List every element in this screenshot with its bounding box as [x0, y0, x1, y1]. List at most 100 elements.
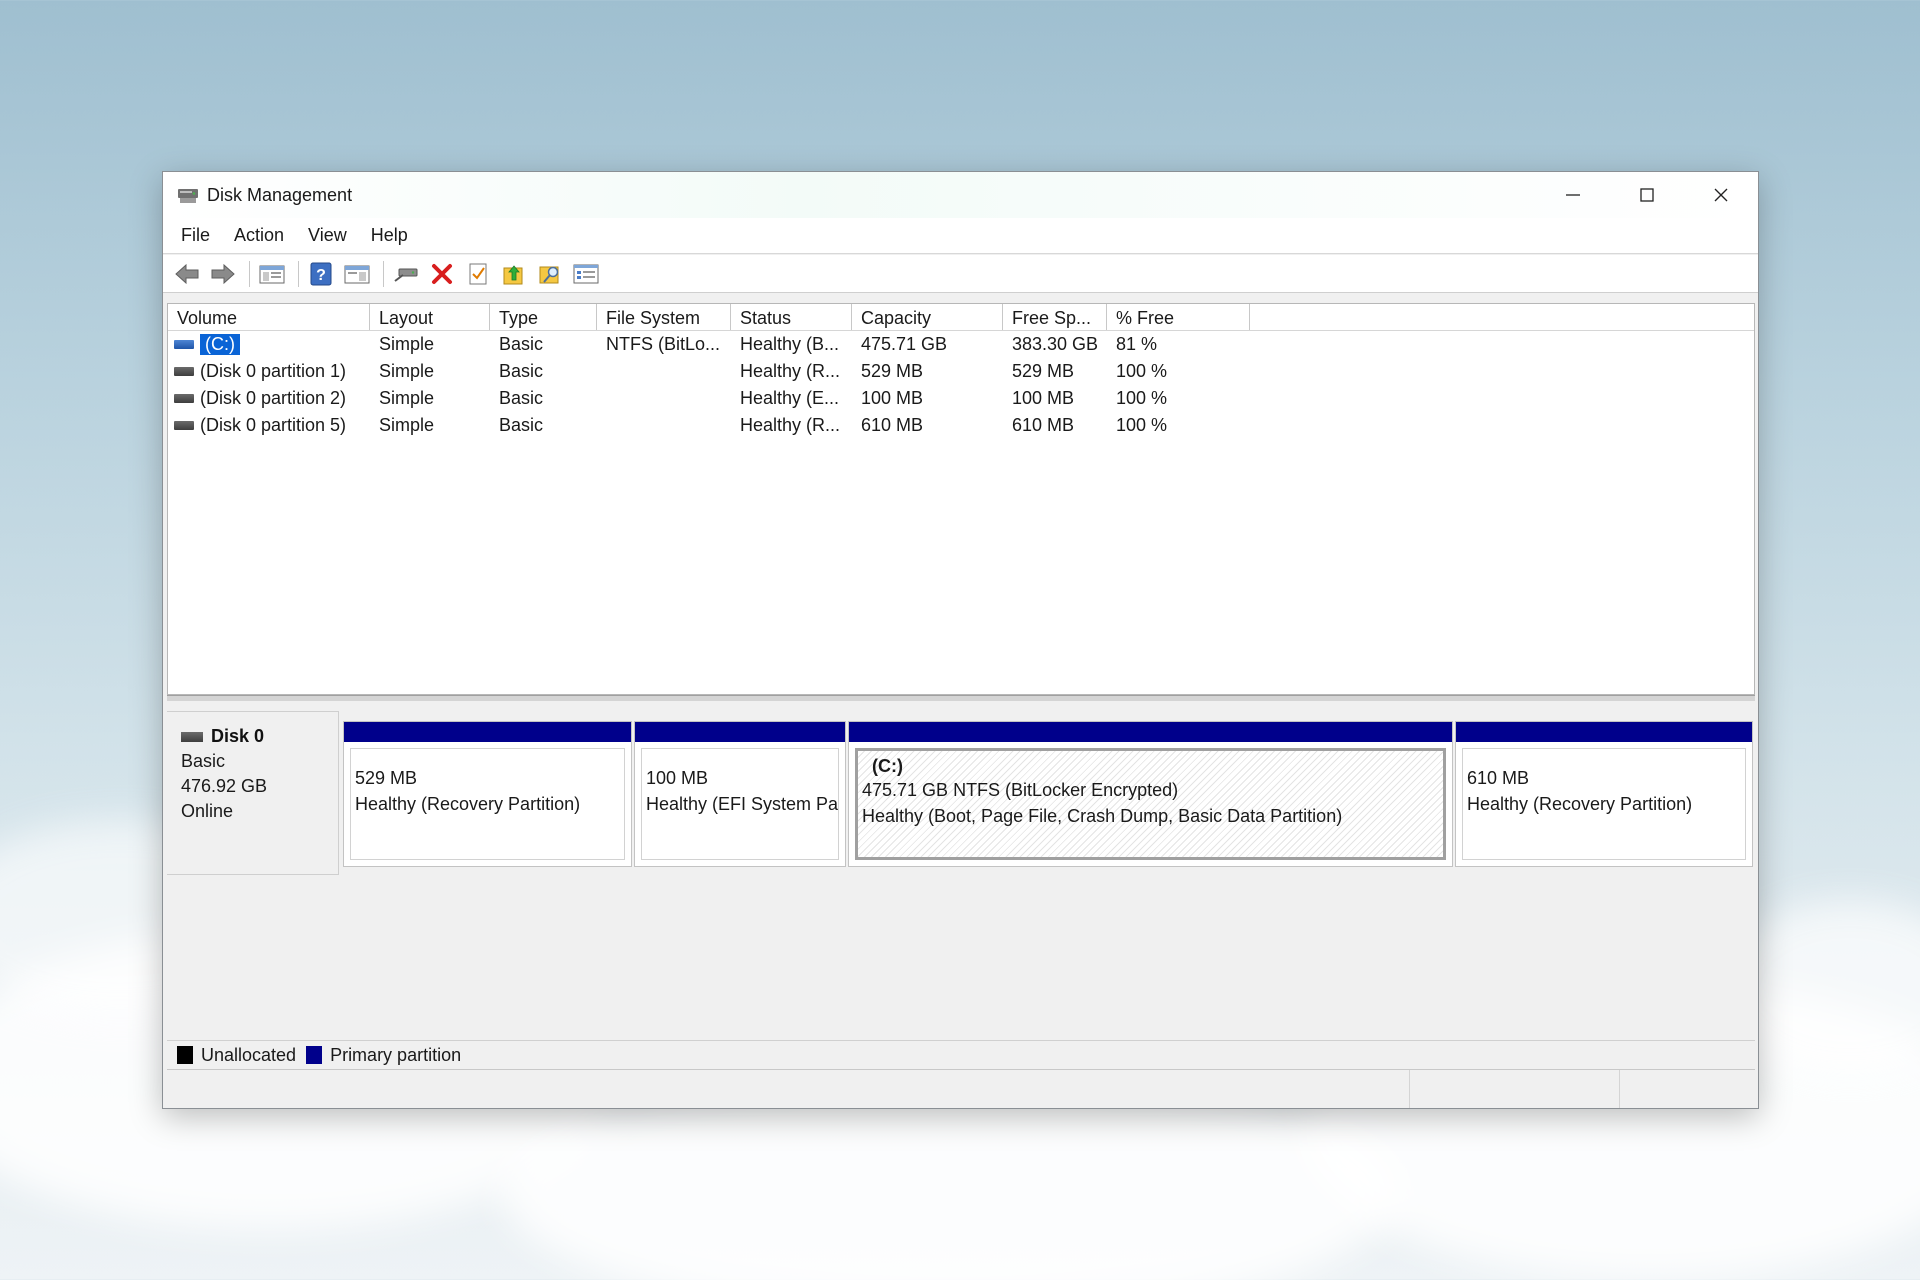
- type-cell: Basic: [499, 388, 544, 408]
- title-bar[interactable]: Disk Management: [163, 172, 1758, 218]
- menu-view[interactable]: View: [296, 221, 359, 250]
- back-arrow-icon: [175, 263, 199, 284]
- partition-body: 529 MB Healthy (Recovery Partition): [350, 748, 625, 860]
- check-button[interactable]: [462, 259, 494, 289]
- percent-free-cell: 100 %: [1116, 415, 1168, 435]
- disk-type: Basic: [181, 751, 226, 771]
- legend-unallocated: Unallocated: [201, 1044, 297, 1065]
- back-button[interactable]: [171, 259, 203, 289]
- properties-button[interactable]: [570, 259, 602, 289]
- column-header-percent-free[interactable]: % Free: [1107, 304, 1250, 330]
- volume-name: (Disk 0 partition 5): [200, 415, 347, 435]
- type-cell: Basic: [499, 415, 544, 435]
- column-header-free-space[interactable]: Free Sp...: [1003, 304, 1107, 330]
- disk-name: Disk 0: [211, 726, 265, 746]
- primary-partition-bar: [1456, 722, 1752, 742]
- status-cell: Healthy (B...: [740, 334, 840, 354]
- check-icon: [469, 263, 487, 284]
- folder-search-icon: [539, 266, 559, 283]
- partition-name: (C:): [872, 756, 903, 776]
- forward-button[interactable]: [207, 259, 239, 289]
- primary-partition-bar: [635, 722, 845, 742]
- drive-icon: [174, 394, 194, 403]
- layout-cell: Simple: [379, 415, 435, 435]
- partition-status: Healthy (Recovery Partition): [1467, 794, 1693, 814]
- column-header-capacity[interactable]: Capacity: [852, 304, 1003, 330]
- properties-icon: [573, 264, 599, 283]
- disk-state: Online: [181, 801, 234, 821]
- unallocated-swatch: [177, 1046, 193, 1064]
- pane-splitter[interactable]: [167, 695, 1755, 701]
- menu-bar: File Action View Help: [163, 218, 1758, 254]
- show-hide-pane-button[interactable]: [341, 259, 373, 289]
- volume-cell: (C:): [168, 334, 370, 355]
- primary-partition-bar: [849, 722, 1452, 742]
- open-folder-up-button[interactable]: [498, 259, 530, 289]
- status-bar: [163, 1070, 1758, 1108]
- volume-cell: (Disk 0 partition 2): [168, 388, 370, 409]
- partition-status: Healthy (EFI System Pa: [646, 794, 838, 814]
- disk-management-window: Disk Management File Action View Help ? …: [162, 171, 1759, 1109]
- type-cell: Basic: [499, 361, 544, 381]
- percent-free-cell: 100 %: [1116, 361, 1168, 381]
- partition-c-drive[interactable]: (C:) 475.71 GB NTFS (BitLocker Encrypted…: [848, 721, 1453, 867]
- column-header-file-system[interactable]: File System: [597, 304, 731, 330]
- console-tree-icon: [259, 265, 285, 283]
- capacity-cell: 529 MB: [861, 361, 924, 381]
- help-button[interactable]: ?: [305, 259, 337, 289]
- disk-graphical-view: Disk 0 Basic 476.92 GB Online 529 MB Hea…: [167, 702, 1755, 1042]
- disk-0-label[interactable]: Disk 0 Basic 476.92 GB Online: [167, 711, 339, 875]
- partition-size: 529 MB: [355, 768, 418, 788]
- file-system-cell: NTFS (BitLo...: [606, 334, 721, 354]
- maximize-button[interactable]: [1610, 172, 1684, 218]
- menu-file[interactable]: File: [169, 221, 222, 250]
- volume-name: (Disk 0 partition 1): [200, 361, 347, 381]
- column-header-status[interactable]: Status: [731, 304, 852, 330]
- type-cell: Basic: [499, 334, 544, 354]
- legend-primary-partition: Primary partition: [330, 1044, 462, 1065]
- status-cell: Healthy (R...: [740, 415, 841, 435]
- menu-help[interactable]: Help: [359, 221, 420, 250]
- table-row[interactable]: (Disk 0 partition 5) Simple Basic Health…: [168, 412, 1754, 439]
- connect-button[interactable]: [390, 259, 422, 289]
- partition-status: Healthy (Boot, Page File, Crash Dump, Ba…: [862, 806, 1343, 826]
- disk-management-icon: [177, 186, 199, 204]
- disk-name-row: Disk 0: [181, 726, 338, 747]
- legend: Unallocated Primary partition: [167, 1040, 1755, 1070]
- help-icon: ?: [310, 262, 332, 285]
- table-row[interactable]: (C:) Simple Basic NTFS (BitLo... Healthy…: [168, 331, 1754, 358]
- status-section: [1410, 1070, 1621, 1108]
- minimize-icon: [1566, 194, 1580, 196]
- disk-size: 476.92 GB: [181, 776, 268, 796]
- table-row[interactable]: (Disk 0 partition 2) Simple Basic Health…: [168, 385, 1754, 412]
- capacity-cell: 475.71 GB: [861, 334, 948, 354]
- volume-list: Volume Layout Type File System Status Ca…: [167, 303, 1755, 695]
- capacity-cell: 610 MB: [861, 415, 924, 435]
- disk-icon: [181, 731, 203, 742]
- close-icon: [1714, 188, 1728, 202]
- menu-action[interactable]: Action: [222, 221, 296, 250]
- minimize-button[interactable]: [1536, 172, 1610, 218]
- partition-body: 610 MB Healthy (Recovery Partition): [1462, 748, 1746, 860]
- volume-name: (Disk 0 partition 2): [200, 388, 347, 408]
- delete-button[interactable]: [426, 259, 458, 289]
- partition-recovery-5[interactable]: 610 MB Healthy (Recovery Partition): [1455, 721, 1753, 867]
- partition-size: 100 MB: [646, 768, 709, 788]
- capacity-cell: 100 MB: [861, 388, 924, 408]
- folder-search-button[interactable]: [534, 259, 566, 289]
- svg-text:?: ?: [316, 267, 326, 284]
- drive-icon: [174, 367, 194, 376]
- partition-efi[interactable]: 100 MB Healthy (EFI System Pa: [634, 721, 846, 867]
- partition-recovery-1[interactable]: 529 MB Healthy (Recovery Partition): [343, 721, 632, 867]
- column-header-type[interactable]: Type: [490, 304, 597, 330]
- partition-size: 475.71 GB NTFS (BitLocker Encrypted): [862, 780, 1179, 800]
- column-header-layout[interactable]: Layout: [370, 304, 490, 330]
- column-header-volume[interactable]: Volume: [168, 304, 370, 330]
- close-button[interactable]: [1684, 172, 1758, 218]
- partition-body: (C:) 475.71 GB NTFS (BitLocker Encrypted…: [855, 748, 1446, 860]
- table-row[interactable]: (Disk 0 partition 1) Simple Basic Health…: [168, 358, 1754, 385]
- primary-partition-bar: [344, 722, 631, 742]
- partition-status: Healthy (Recovery Partition): [355, 794, 581, 814]
- console-tree-button[interactable]: [256, 259, 288, 289]
- volume-cell: (Disk 0 partition 5): [168, 415, 370, 436]
